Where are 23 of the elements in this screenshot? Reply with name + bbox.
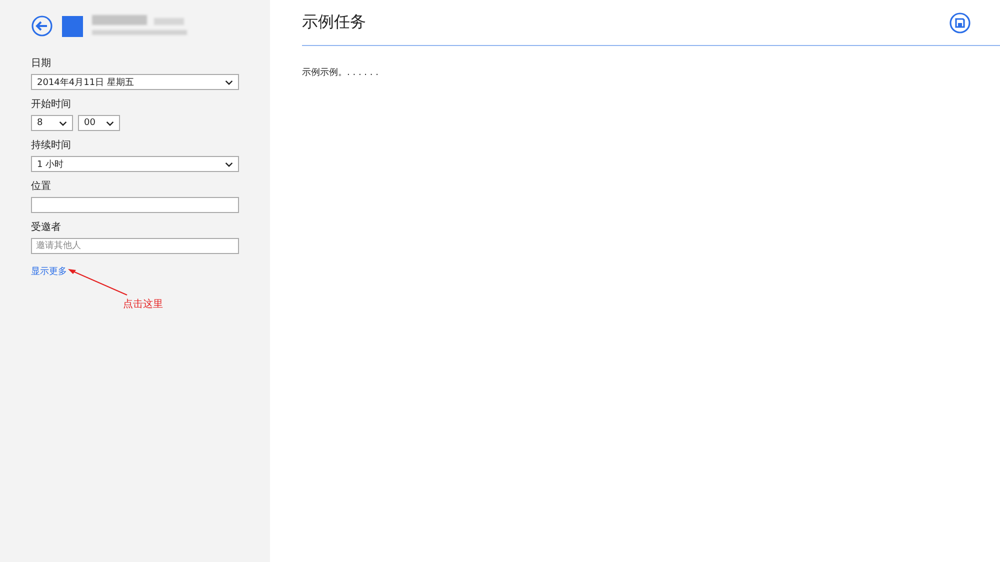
input-field[interactable] [31,197,239,213]
dropdown[interactable]: 2014年4月11日 星期五 [31,74,239,90]
field-label: 位置 [31,181,52,193]
task-body: 示例示例。. . . . . . [302,67,380,79]
dropdown[interactable]: 00 [78,115,120,131]
chevron-icon [59,120,67,126]
save-icon[interactable] [949,12,971,34]
field-label: 受邀者 [31,222,62,234]
chevron-icon [106,120,114,126]
dropdown[interactable]: 8 [31,115,73,131]
input-field[interactable]: 邀请其他人 [31,238,239,254]
annotation-text: 点击这里 [123,298,164,311]
field-label: 持续时间 [31,140,72,152]
annotation-arrow [67,268,129,296]
field-label: 日期 [31,58,52,70]
task-title: 示例任务 [302,12,366,33]
back-icon[interactable] [31,15,53,37]
app-tile [62,16,83,36]
show-more-link[interactable]: 显示更多 [31,266,67,278]
field-label: 开始时间 [31,99,72,111]
chevron-icon [225,80,233,84]
dropdown[interactable]: 1 小时 [31,156,239,172]
chevron-icon [225,162,233,166]
